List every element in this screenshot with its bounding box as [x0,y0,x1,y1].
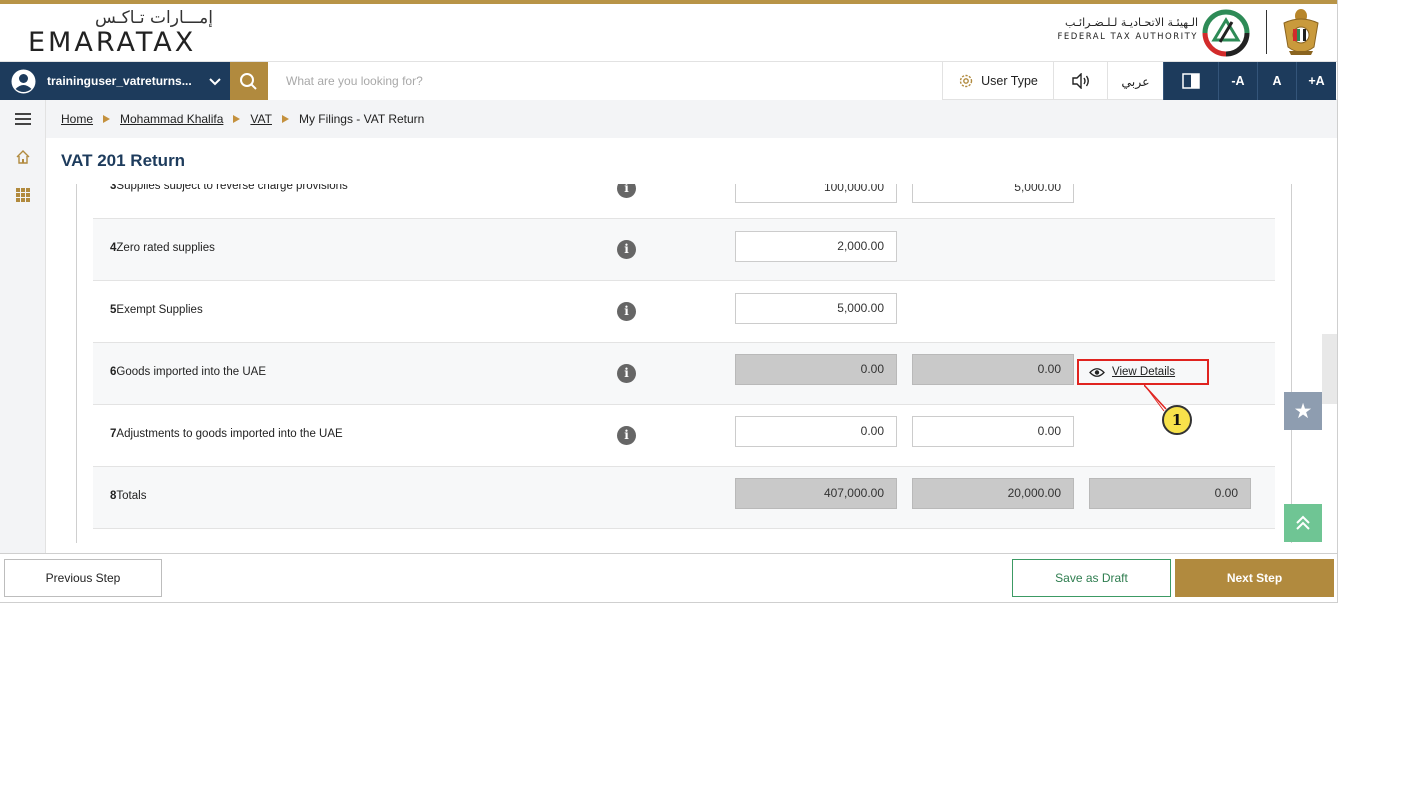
breadcrumb-vat[interactable]: VAT [250,112,272,126]
breadcrumb-separator [281,115,289,123]
table-row: 5Exempt Supplies i 5,000.00 [93,281,1275,343]
breadcrumb-current: My Filings - VAT Return [298,112,425,126]
amount-readonly: 0.00 [735,354,897,385]
authority-name-english: FEDERAL TAX AUTHORITY [1057,32,1198,42]
vat-amount-input[interactable]: 0.00 [912,416,1074,447]
view-details-label: View Details [1112,366,1176,378]
font-decrease-button[interactable]: -A [1218,62,1257,100]
user-type-button[interactable]: User Type [942,62,1053,100]
vat-amount-readonly: 0.00 [912,354,1074,385]
row-label: Goods imported into the UAE [116,366,266,378]
main-content: VAT 201 Return 3Supplies subject to reve… [46,138,1322,553]
username-label: traininguser_vatreturns... [47,74,192,88]
totals-row: 8Totals 407,000.00 20,000.00 0.00 [93,467,1275,529]
apps-grid-icon [16,188,30,202]
font-reset-button[interactable]: A [1257,62,1296,100]
scroll-to-top-button[interactable] [1284,504,1322,542]
breadcrumb: Home Mohammad Khalifa VAT My Filings - V… [46,100,1337,138]
info-icon[interactable]: i [617,184,636,198]
user-type-label: User Type [981,74,1038,88]
view-details-link[interactable]: View Details [1077,359,1209,385]
breadcrumb-separator [233,115,241,123]
gear-icon [959,74,973,88]
form-footer: Previous Step Save as Draft Next Step [0,553,1337,602]
uae-emblem-icon [1283,9,1319,55]
total-adjustment: 0.00 [1089,478,1251,509]
home-icon [16,150,30,164]
row-label: Adjustments to goods imported into the U… [116,428,343,440]
vat-return-form[interactable]: 3Supplies subject to reverse charge prov… [76,184,1292,543]
row-label: Zero rated supplies [116,242,215,254]
menu-icon [15,113,31,125]
amount-input[interactable]: 100,000.00 [735,184,897,203]
logo-english: EMARATAX [28,27,197,58]
table-row: 6Goods imported into the UAE i 0.00 0.00… [93,343,1275,405]
row-label: Supplies subject to reverse charge provi… [116,184,348,192]
table-row: 7Adjustments to goods imported into the … [93,405,1275,467]
rail-home[interactable] [0,138,46,176]
eye-icon [1089,367,1105,377]
breadcrumb-taxpayer[interactable]: Mohammad Khalifa [120,112,223,126]
site-header: إمـــارات تـاكـس EMARATAX الـهيئـة الاتح… [0,4,1337,61]
callout-badge: 1 [1162,405,1192,435]
info-icon[interactable]: i [617,302,636,321]
logo-arabic: إمـــارات تـاكـس [95,8,213,28]
top-toolbar: traininguser_vatreturns... User Type [0,61,1337,101]
info-icon[interactable]: i [617,364,636,383]
app-window: إمـــارات تـاكـس EMARATAX الـهيئـة الاتح… [0,0,1338,603]
double-chevron-up-icon [1296,515,1310,530]
authority-name-arabic: الـهيئـة الاتحـاديـة لـلـضـرائـب [1064,16,1198,29]
save-draft-button[interactable]: Save as Draft [1012,559,1171,597]
amount-input[interactable]: 2,000.00 [735,231,897,262]
next-step-button[interactable]: Next Step [1175,559,1334,597]
info-icon[interactable]: i [617,426,636,445]
chevron-down-icon [209,78,221,86]
user-avatar-icon [11,69,36,94]
total-amount: 407,000.00 [735,478,897,509]
rail-apps[interactable] [0,176,46,214]
speaker-icon [1071,73,1089,89]
vat-amount-input[interactable]: 5,000.00 [912,184,1074,203]
table-row: 4Zero rated supplies i 2,000.00 [93,219,1275,281]
search-input[interactable] [268,62,942,100]
breadcrumb-home[interactable]: Home [61,112,93,126]
page-title: VAT 201 Return [61,151,186,170]
amount-input[interactable]: 0.00 [735,416,897,447]
info-icon[interactable]: i [617,240,636,259]
text-to-speech-button[interactable] [1053,62,1107,100]
previous-step-button[interactable]: Previous Step [4,559,162,597]
search-icon [240,73,257,90]
page-scrollbar[interactable] [1322,334,1337,404]
side-rail [0,100,46,553]
font-increase-button[interactable]: +A [1296,62,1336,100]
table-row: 3Supplies subject to reverse charge prov… [93,184,1275,219]
total-vat: 20,000.00 [912,478,1074,509]
user-menu[interactable]: traininguser_vatreturns... [0,62,230,101]
contrast-toggle[interactable] [1163,62,1218,100]
menu-toggle[interactable] [0,100,46,138]
header-divider [1266,10,1267,54]
amount-input[interactable]: 5,000.00 [735,293,897,324]
language-toggle[interactable]: عربي [1107,62,1163,100]
star-icon: ★ [1293,399,1313,423]
contrast-icon [1182,73,1200,89]
breadcrumb-separator [103,115,111,123]
favorite-button[interactable]: ★ [1284,392,1322,430]
row-label: Totals [116,490,147,502]
fta-emblem-icon [1202,9,1250,57]
search-button[interactable] [230,62,268,101]
row-label: Exempt Supplies [116,304,203,316]
